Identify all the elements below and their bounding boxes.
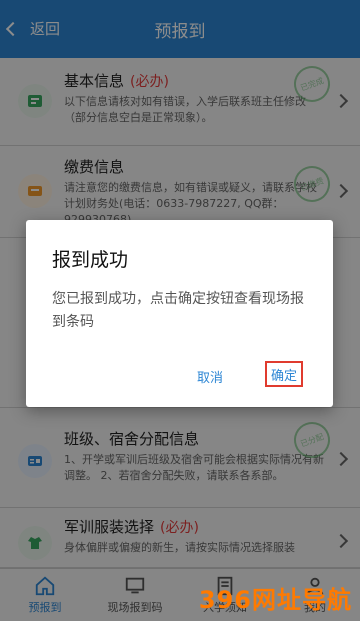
success-dialog: 报到成功 您已报到成功，点击确定按钮查看现场报到条码 取消 确定 [26,220,333,407]
confirm-button[interactable]: 确定 [265,361,303,387]
cancel-button[interactable]: 取消 [197,367,223,386]
dialog-message: 您已报到成功，点击确定按钮查看现场报到条码 [52,291,304,330]
dialog-title: 报到成功 [52,249,129,271]
watermark-logo: 396网址导航 [198,586,352,614]
